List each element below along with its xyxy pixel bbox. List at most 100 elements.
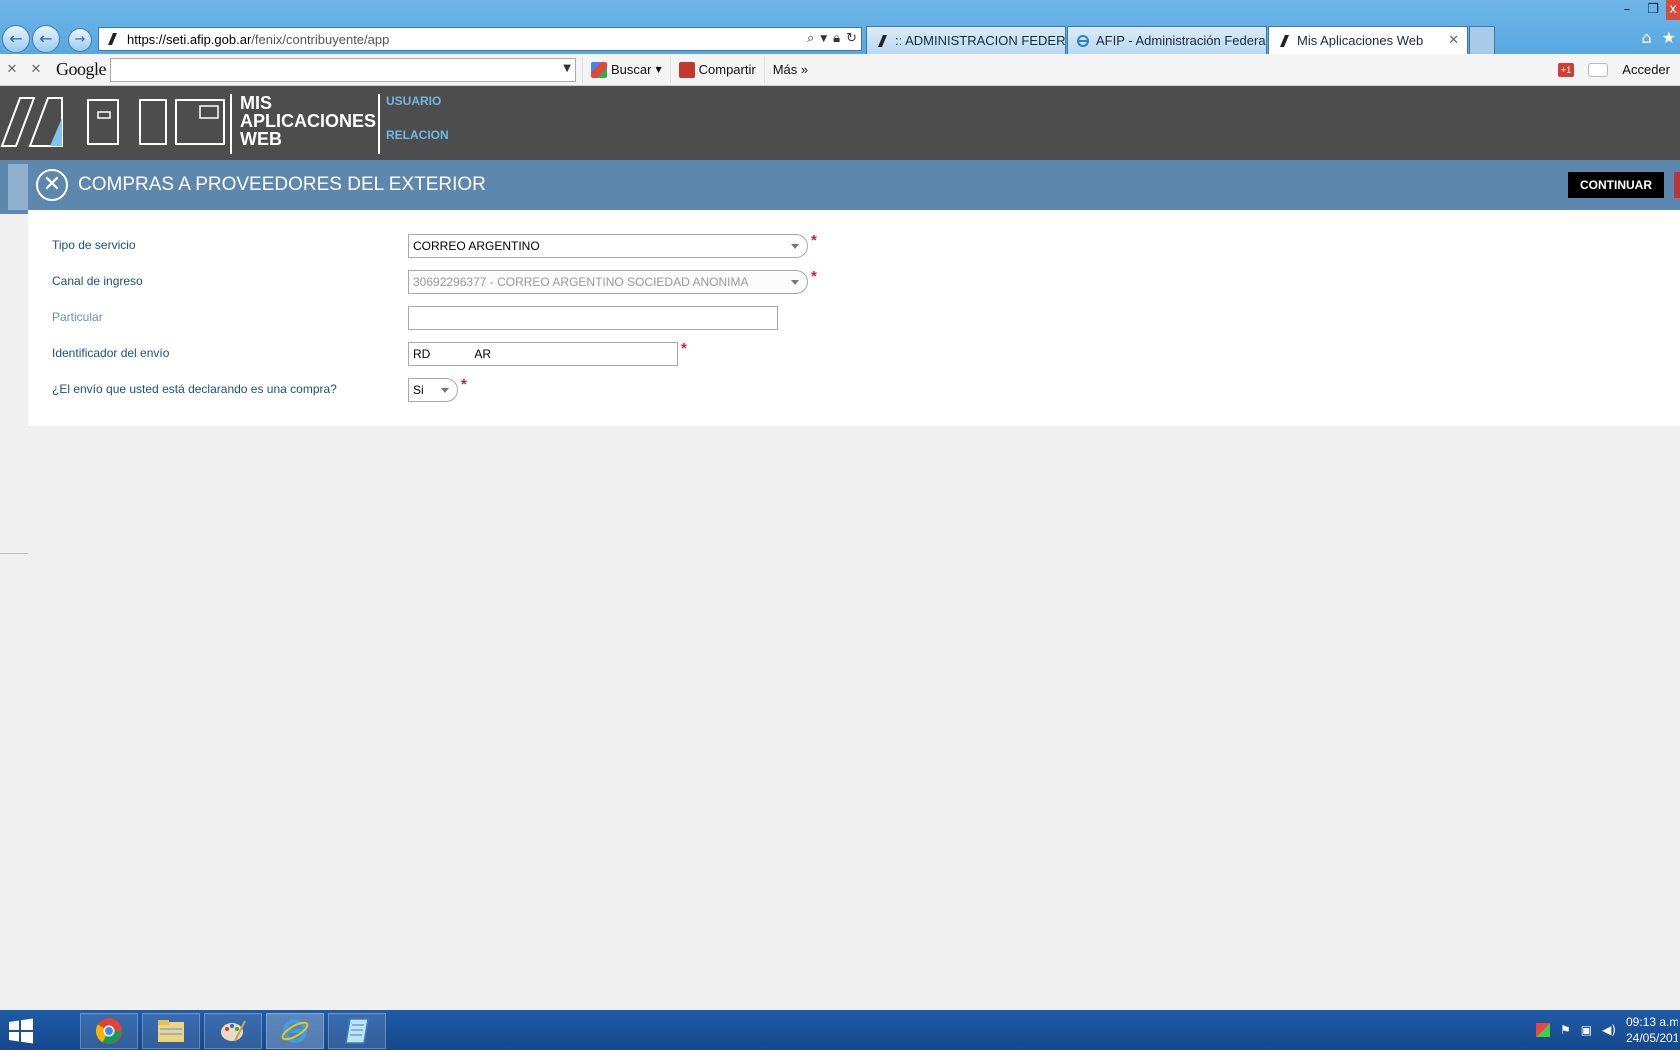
gplus-counter (1588, 62, 1609, 77)
taskbar-internet-explorer[interactable] (266, 1013, 324, 1049)
mas-label: Más » (772, 62, 809, 77)
afip-favicon-icon (108, 33, 117, 45)
header-menu: USUARIO RELACION (378, 94, 449, 154)
es-compra-select[interactable]: Si (408, 378, 458, 402)
canal-ingreso-select[interactable]: 30692296377 - CORREO ARGENTINO SOCIEDAD … (408, 270, 808, 294)
es-compra-label: ¿El envío que usted está declarando es u… (52, 382, 337, 396)
lock-icon[interactable]: 🔒︎ (833, 31, 840, 47)
tipo-servicio-value: CORREO ARGENTINO (413, 239, 540, 253)
canal-ingreso-value: 30692296377 - CORREO ARGENTINO SOCIEDAD … (413, 275, 749, 289)
buscar-button[interactable]: Buscar ▼ (582, 56, 670, 83)
background-panel-divider (0, 553, 28, 554)
close-dialog-icon[interactable]: ✕ (36, 169, 68, 201)
brand-line: APLICACIONES (240, 111, 377, 131)
required-marker: * (811, 268, 817, 285)
paint-palette-icon (221, 1020, 246, 1042)
share-icon (678, 61, 695, 78)
es-compra-value: Si (413, 383, 424, 397)
google-search-input[interactable]: ▼ (110, 57, 576, 82)
window-controls: – ❐ x (1614, 0, 1680, 20)
favorites-star-icon[interactable]: ★ (1662, 28, 1676, 47)
canal-ingreso-label: Canal de ingreso (52, 274, 143, 288)
close-window-button[interactable]: x (1666, 0, 1680, 20)
windows-taskbar: ⚑ ▣ ◀) 09:13 a.m. 24/05/2017 (0, 1010, 1680, 1050)
afip-favicon-icon (1280, 34, 1289, 47)
menu-usuario[interactable]: USUARIO (386, 94, 449, 108)
taskbar-chrome[interactable] (80, 1013, 138, 1049)
tab-strip: :: ADMINISTRACION FEDERAL ... AFIP - Adm… (866, 26, 1496, 54)
new-tab-button[interactable] (1469, 26, 1495, 54)
acceder-link[interactable]: Acceder (1622, 62, 1670, 77)
address-bar[interactable]: https://seti.afip.gob.ar/fenix/contribuy… (98, 27, 862, 51)
restore-button[interactable]: ❐ (1640, 0, 1666, 20)
brand-line: WEB (240, 129, 282, 149)
required-marker: * (461, 376, 467, 393)
dialog-header: ✕ COMPRAS A PROVEEDORES DEL EXTERIOR CON… (28, 160, 1680, 210)
mas-button[interactable]: Más » (763, 56, 816, 83)
clock-date: 24/05/2017 (1626, 1031, 1678, 1045)
menu-relacion[interactable]: RELACION (386, 128, 449, 142)
tab-label: :: ADMINISTRACION FEDERAL ... (895, 33, 1066, 48)
forward-button[interactable]: → (68, 28, 92, 52)
volume-icon[interactable]: ◀) (1602, 1023, 1616, 1037)
gplus-button[interactable]: +1 (1558, 62, 1575, 77)
close-tab-icon[interactable]: ✕ (1438, 33, 1459, 48)
continuar-button[interactable]: CONTINUAR (1568, 172, 1664, 198)
clock-time: 09:13 a.m. (1626, 1015, 1678, 1029)
chevron-down-icon[interactable]: ▼ (563, 63, 571, 74)
browser-right-icons: ⌂ ★ (1642, 28, 1677, 47)
identificador-input[interactable]: RD AR (408, 342, 678, 366)
flag-icon[interactable]: ⚑ (1560, 1023, 1571, 1037)
required-marker: * (811, 232, 817, 249)
chrome-icon (95, 1018, 122, 1044)
app-header: MIS APLICACIONES WEB USUARIO RELACION (0, 86, 1680, 160)
identificador-label: Identificador del envío (52, 346, 170, 360)
compartir-label: Compartir (698, 62, 756, 77)
tab-label: AFIP - Administración Federal (1096, 33, 1267, 48)
windows-start-icon[interactable] (8, 1018, 34, 1044)
address-tools: ⌕ ▼ 🔒︎ ↻ (807, 31, 861, 47)
taskbar-notepad[interactable] (328, 1013, 386, 1049)
back-arrow-icon: ← (9, 29, 23, 48)
tab-afip-1[interactable]: :: ADMINISTRACION FEDERAL ... (866, 26, 1066, 54)
close-toolbar-icon[interactable]: ✕ (0, 62, 24, 77)
back-button[interactable]: ← (2, 25, 30, 53)
url-host: https://seti.afip.gob.ar (127, 31, 252, 47)
side-tab[interactable] (1674, 172, 1680, 198)
particular-label: Particular (52, 310, 103, 324)
tab-afip-2[interactable]: AFIP - Administración Federal (1067, 26, 1267, 54)
dialog-title: COMPRAS A PROVEEDORES DEL EXTERIOR (78, 174, 486, 195)
chevron-down-icon (441, 388, 449, 393)
search-icon[interactable]: ⌕ (807, 31, 814, 47)
folder-icon (158, 1020, 184, 1042)
forward-arrow-icon: → (74, 32, 86, 47)
tab-mis-aplicaciones[interactable]: Mis Aplicaciones Web ✕ (1268, 26, 1468, 54)
chevron-down-icon (791, 244, 799, 249)
ie-favicon-icon (1077, 34, 1089, 47)
back-button-secondary[interactable]: ← (32, 25, 60, 53)
close-toolbar-icon-secondary[interactable]: ✕ (24, 62, 48, 77)
tipo-servicio-label: Tipo de servicio (52, 238, 136, 252)
particular-input[interactable] (408, 306, 778, 330)
taskbar-paint[interactable] (204, 1013, 262, 1049)
brand-title: MIS APLICACIONES WEB (230, 94, 376, 154)
toolbar-right: +1 Acceder (1558, 62, 1680, 77)
compartir-button[interactable]: Compartir (669, 56, 764, 83)
network-icon[interactable]: ▣ (1581, 1023, 1592, 1037)
chevron-down-icon[interactable]: ▼ (820, 31, 827, 47)
clock[interactable]: 09:13 a.m. 24/05/2017 (1626, 1014, 1678, 1046)
back-arrow-icon: ← (39, 29, 53, 48)
tipo-servicio-select[interactable]: CORREO ARGENTINO (408, 234, 808, 258)
taskbar-explorer[interactable] (142, 1013, 200, 1049)
app-tray-icon[interactable] (1535, 1023, 1550, 1037)
minimize-button[interactable]: – (1614, 0, 1640, 20)
url-path: /fenix/contribuyente/app (251, 31, 390, 47)
refresh-icon[interactable]: ↻ (846, 31, 857, 47)
chevron-down-icon (791, 280, 799, 285)
brand-line: MIS (240, 93, 273, 113)
google-logo: Google (56, 59, 107, 79)
afip-logo (0, 97, 225, 147)
home-icon[interactable]: ⌂ (1642, 28, 1652, 47)
tab-label: Mis Aplicaciones Web (1297, 33, 1424, 48)
notepad-icon (345, 1018, 369, 1044)
